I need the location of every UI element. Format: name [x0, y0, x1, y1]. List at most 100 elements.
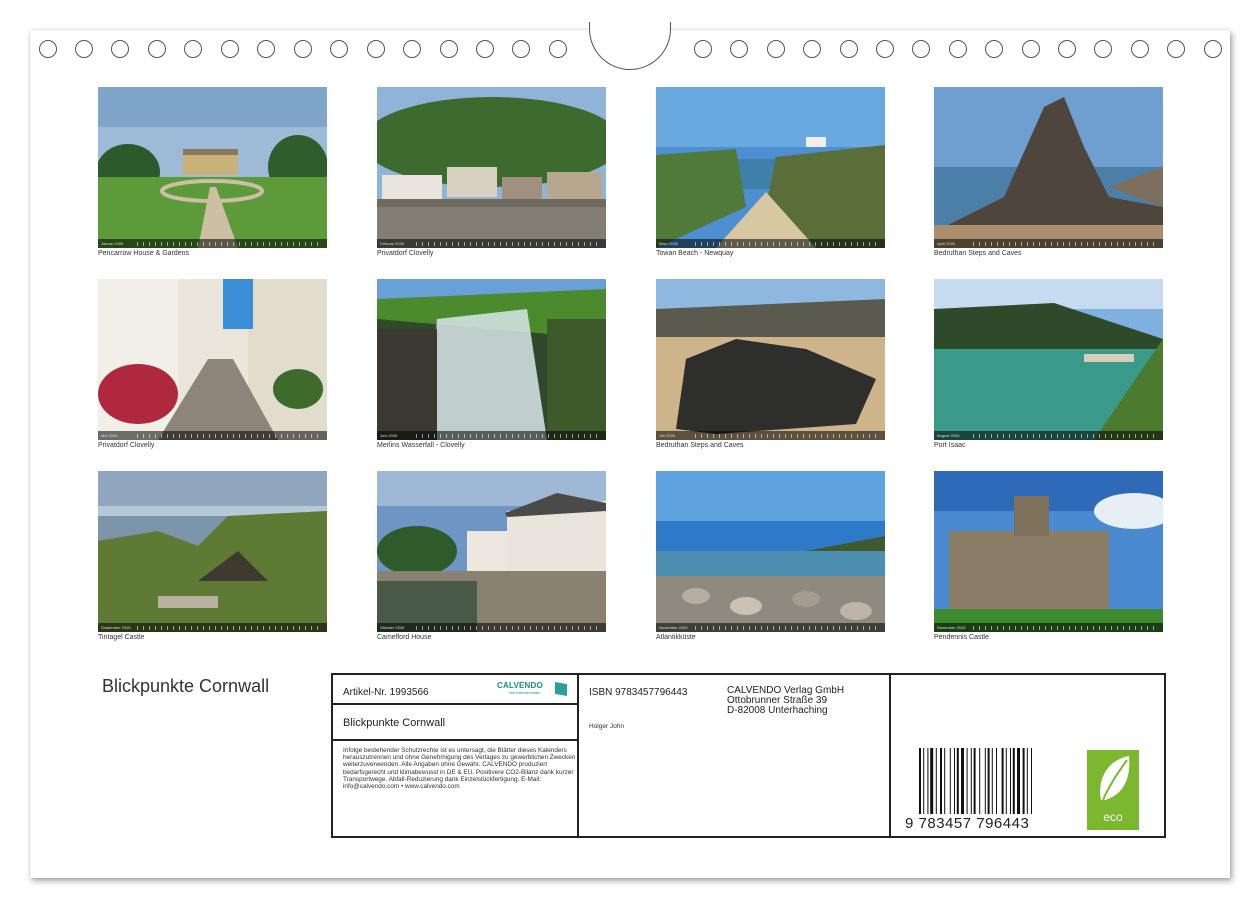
calvendo-logo: CALVENDO Ihre Kalendermarke	[497, 681, 567, 699]
barcode-bar	[984, 748, 986, 814]
isbn: ISBN 9783457796443	[589, 687, 688, 698]
day-grid	[416, 625, 602, 630]
barcode-bar	[966, 748, 968, 814]
calendar-strip: Oktober 2026	[377, 623, 606, 632]
calvendo-logo-text: CALVENDO	[497, 681, 543, 690]
day-grid	[137, 433, 323, 438]
barcode-bar	[961, 748, 964, 814]
day-grid	[695, 625, 881, 630]
calendar-strip: Dezember 2026	[934, 623, 1163, 632]
calendar-strip: August 2026	[934, 431, 1163, 440]
binding-ring	[476, 40, 494, 58]
photo-image	[377, 471, 606, 632]
binding-ring	[876, 40, 894, 58]
photo-caption: Atlantikküste	[656, 634, 696, 641]
binding-ring	[840, 40, 858, 58]
calendar-title: Blickpunkte Cornwall	[102, 676, 270, 696]
calvendo-logo-mark-icon	[555, 682, 567, 696]
photo-image	[934, 471, 1163, 632]
photo-image	[98, 279, 327, 440]
publisher-address: CALVENDO Verlag GmbH Ottobrunner Straße …	[727, 686, 844, 716]
info-title: Blickpunkte Cornwall	[343, 717, 446, 729]
barcode-bar	[1005, 748, 1007, 814]
binding-ring	[403, 40, 421, 58]
day-grid	[416, 433, 602, 438]
calendar-strip: Juni 2026	[377, 431, 606, 440]
month-photo: Dezember 2026	[934, 471, 1163, 632]
barcode-bar	[1017, 748, 1020, 814]
binding-ring	[1204, 40, 1222, 58]
binding-ring	[75, 40, 93, 58]
barcode-bar	[1031, 748, 1032, 814]
barcode-bar	[1012, 748, 1015, 814]
barcode-bar	[954, 748, 955, 814]
binding-ring	[803, 40, 821, 58]
day-grid	[695, 433, 881, 438]
eco-label: eco	[1103, 810, 1123, 824]
binding-ring	[148, 40, 166, 58]
photo-caption: Tintagel Castle	[98, 634, 145, 641]
month-label: November 2026	[659, 625, 688, 630]
binding-ring	[330, 40, 348, 58]
photo-image	[98, 471, 327, 632]
month-label: Juni 2026	[380, 433, 398, 438]
month-tile: September 2026 Tintagel Castle	[98, 471, 327, 641]
month-label: Januar 2026	[101, 241, 124, 246]
photo-caption: Port Isaac	[934, 442, 966, 449]
barcode-bar	[1026, 748, 1028, 814]
photo-image	[934, 279, 1163, 440]
binding-ring	[111, 40, 129, 58]
barcode-bar	[919, 748, 921, 814]
calendar-strip: April 2026	[934, 239, 1163, 248]
photo-caption: Pencarrow House & Gardens	[98, 250, 190, 257]
article-number: Artikel-Nr. 1993566	[343, 687, 429, 698]
calendar-strip: Februar 2026	[377, 239, 606, 248]
info-column-left: Artikel-Nr. 1993566 CALVENDO Ihre Kalend…	[333, 675, 579, 836]
barcode-bar	[991, 748, 993, 814]
barcode-bar	[944, 748, 946, 814]
binding-ring	[184, 40, 202, 58]
barcode-number: 9 783457 796443	[905, 815, 1030, 832]
barcode-bar	[956, 748, 959, 814]
barcode-bars	[919, 748, 1032, 814]
barcode-bar	[979, 748, 981, 814]
publisher-line: D-82008 Unterhaching	[727, 705, 828, 716]
info-column-right: 9 783457 796443 eco	[891, 675, 1164, 836]
binding-ring	[949, 40, 967, 58]
photo-caption: Pendennis Castle	[934, 634, 989, 641]
photo-image	[656, 279, 885, 440]
day-grid	[416, 241, 602, 246]
barcode-bar	[996, 748, 997, 814]
calendar-strip: März 2026	[656, 239, 885, 248]
binding-ring	[730, 40, 748, 58]
binding-ring	[367, 40, 385, 58]
month-photo: April 2026	[934, 87, 1163, 248]
photo-caption: Merlins Wasserfall - Clovelly	[377, 442, 465, 449]
photo-image	[377, 87, 606, 248]
binding-ring	[985, 40, 1003, 58]
barcode-bar	[973, 748, 976, 814]
month-label: Juli 2026	[659, 433, 676, 438]
day-grid	[973, 241, 1159, 246]
binding-ring	[257, 40, 275, 58]
info-box: Artikel-Nr. 1993566 CALVENDO Ihre Kalend…	[331, 673, 1166, 838]
day-grid	[695, 241, 881, 246]
photo-caption: Bedruthan Steps and Caves	[934, 250, 1022, 257]
calendar-strip: Januar 2026	[98, 239, 327, 248]
barcode-bar	[935, 748, 937, 814]
barcode-bar	[1010, 748, 1011, 814]
binding-ring	[549, 40, 567, 58]
barcode-bar	[927, 748, 929, 814]
month-tile: Januar 2026 Pencarrow House & Gardens	[98, 87, 327, 257]
month-tile: Juli 2026 Bedruthan Steps and Caves	[656, 279, 885, 449]
month-photo: Oktober 2026	[377, 471, 606, 632]
binding-ring	[1167, 40, 1185, 58]
photo-caption: Camelford House	[377, 634, 432, 641]
month-label: Februar 2026	[380, 241, 405, 246]
calendar-strip: November 2026	[656, 623, 885, 632]
binding-ring	[1022, 40, 1040, 58]
barcode-bar	[1001, 748, 1004, 814]
leaf-icon	[1100, 756, 1130, 801]
month-photo: Februar 2026	[377, 87, 606, 248]
binding-ring	[767, 40, 785, 58]
